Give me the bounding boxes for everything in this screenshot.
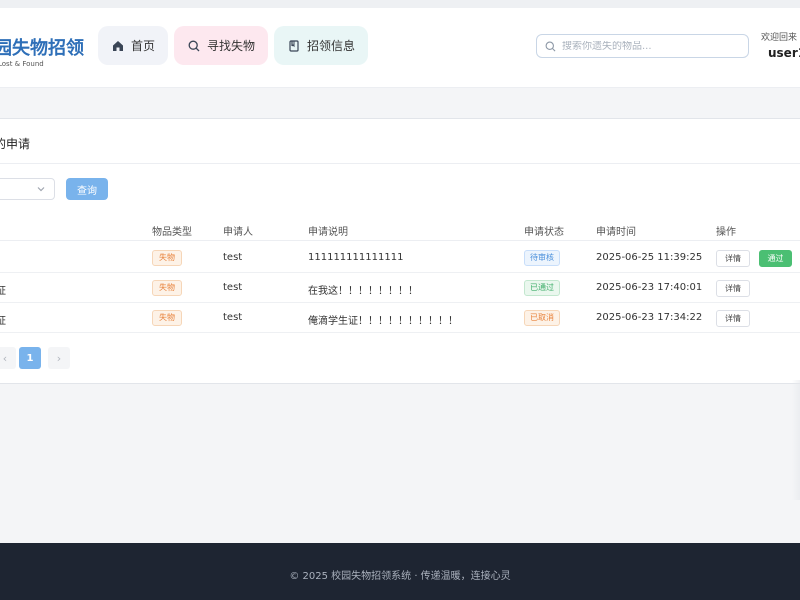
apply-time: 2025-06-25 11:39:25 (596, 252, 703, 263)
apply-time: 2025-06-23 17:40:01 (596, 282, 703, 293)
divider (0, 163, 800, 164)
search-icon (545, 41, 556, 51)
column-header-time: 申请时间 (596, 227, 636, 238)
item-type-tag: 失物 (152, 250, 182, 266)
status-badge: 已取消 (524, 310, 560, 326)
pagination-page-1[interactable]: 1 (19, 347, 41, 369)
applicant: test (223, 252, 243, 263)
username[interactable]: user1 (768, 46, 800, 60)
applicant: test (223, 312, 243, 323)
description: 111111111111111 (308, 252, 404, 263)
logo[interactable]: 园失物招领 Lost & Found (0, 34, 84, 68)
pagination-prev-button[interactable]: ‹ (0, 347, 16, 369)
footer-text: © 2025 校园失物招领系统 · 传递温暖，连接心灵 (289, 571, 511, 582)
nav-home-label: 首页 (131, 39, 156, 53)
query-button[interactable]: 查询 (66, 178, 108, 200)
logo-subtitle: Lost & Found (0, 60, 44, 68)
item-name: 证 (0, 286, 6, 297)
column-header-status: 申请状态 (524, 227, 564, 238)
description: 俺滴学生证！！！！！！！！！！ (308, 316, 458, 327)
apply-time: 2025-06-23 17:34:22 (596, 312, 703, 323)
search-input[interactable] (562, 40, 737, 52)
item-name: 证 (0, 316, 6, 327)
chevron-down-icon (37, 187, 45, 192)
item-type-tag: 失物 (152, 310, 182, 326)
applicant: test (223, 282, 243, 293)
detail-button[interactable]: 详情 (716, 310, 750, 327)
column-header-type: 物品类型 (152, 227, 192, 238)
table-row: 证 失物 test 在我这！！！！！！！！ 已通过 2025-06-23 17:… (0, 273, 800, 303)
nav-claim-label: 招领信息 (307, 39, 356, 53)
nav-find-lost[interactable]: 寻找失物 (174, 26, 268, 65)
nav-find-label: 寻找失物 (207, 39, 256, 53)
page-title: 的申请 (0, 137, 31, 151)
item-type-tag: 失物 (152, 280, 182, 296)
nav-home[interactable]: 首页 (98, 26, 168, 65)
column-header-applicant: 申请人 (223, 227, 253, 238)
column-header-actions: 操作 (716, 227, 736, 238)
my-applications-card: 的申请 查询 物品类型 申请人 申请说明 申请状态 申请时间 操作 失物 tes… (0, 118, 800, 384)
pagination-next-button[interactable]: › (48, 347, 70, 369)
status-filter-select[interactable] (0, 178, 55, 200)
edge-shadow (792, 380, 800, 500)
home-icon (113, 40, 123, 51)
book-icon (289, 39, 299, 52)
detail-button[interactable]: 详情 (716, 280, 750, 297)
welcome-text: 欢迎回来 (761, 33, 798, 43)
search-icon (188, 40, 200, 51)
description: 在我这！！！！！！！！ (308, 286, 418, 297)
approve-button[interactable]: 通过 (759, 250, 792, 267)
footer: © 2025 校园失物招领系统 · 传递温暖，连接心灵 (0, 543, 800, 600)
header: 园失物招领 Lost & Found 首页 寻找失物 招领信息 欢迎回来 use… (0, 0, 800, 88)
table-row: 失物 test 111111111111111 待审核 2025-06-25 1… (0, 243, 800, 273)
nav-claim-info[interactable]: 招领信息 (274, 26, 368, 65)
detail-button[interactable]: 详情 (716, 250, 750, 267)
search-box[interactable] (536, 34, 749, 58)
header-top-strip (0, 0, 800, 8)
status-badge: 待审核 (524, 250, 560, 266)
column-header-description: 申请说明 (308, 227, 348, 238)
table-row: 证 失物 test 俺滴学生证！！！！！！！！！！ 已取消 2025-06-23… (0, 303, 800, 333)
status-badge: 已通过 (524, 280, 560, 296)
table-header-row (0, 215, 800, 241)
logo-title: 园失物招领 (0, 38, 84, 59)
